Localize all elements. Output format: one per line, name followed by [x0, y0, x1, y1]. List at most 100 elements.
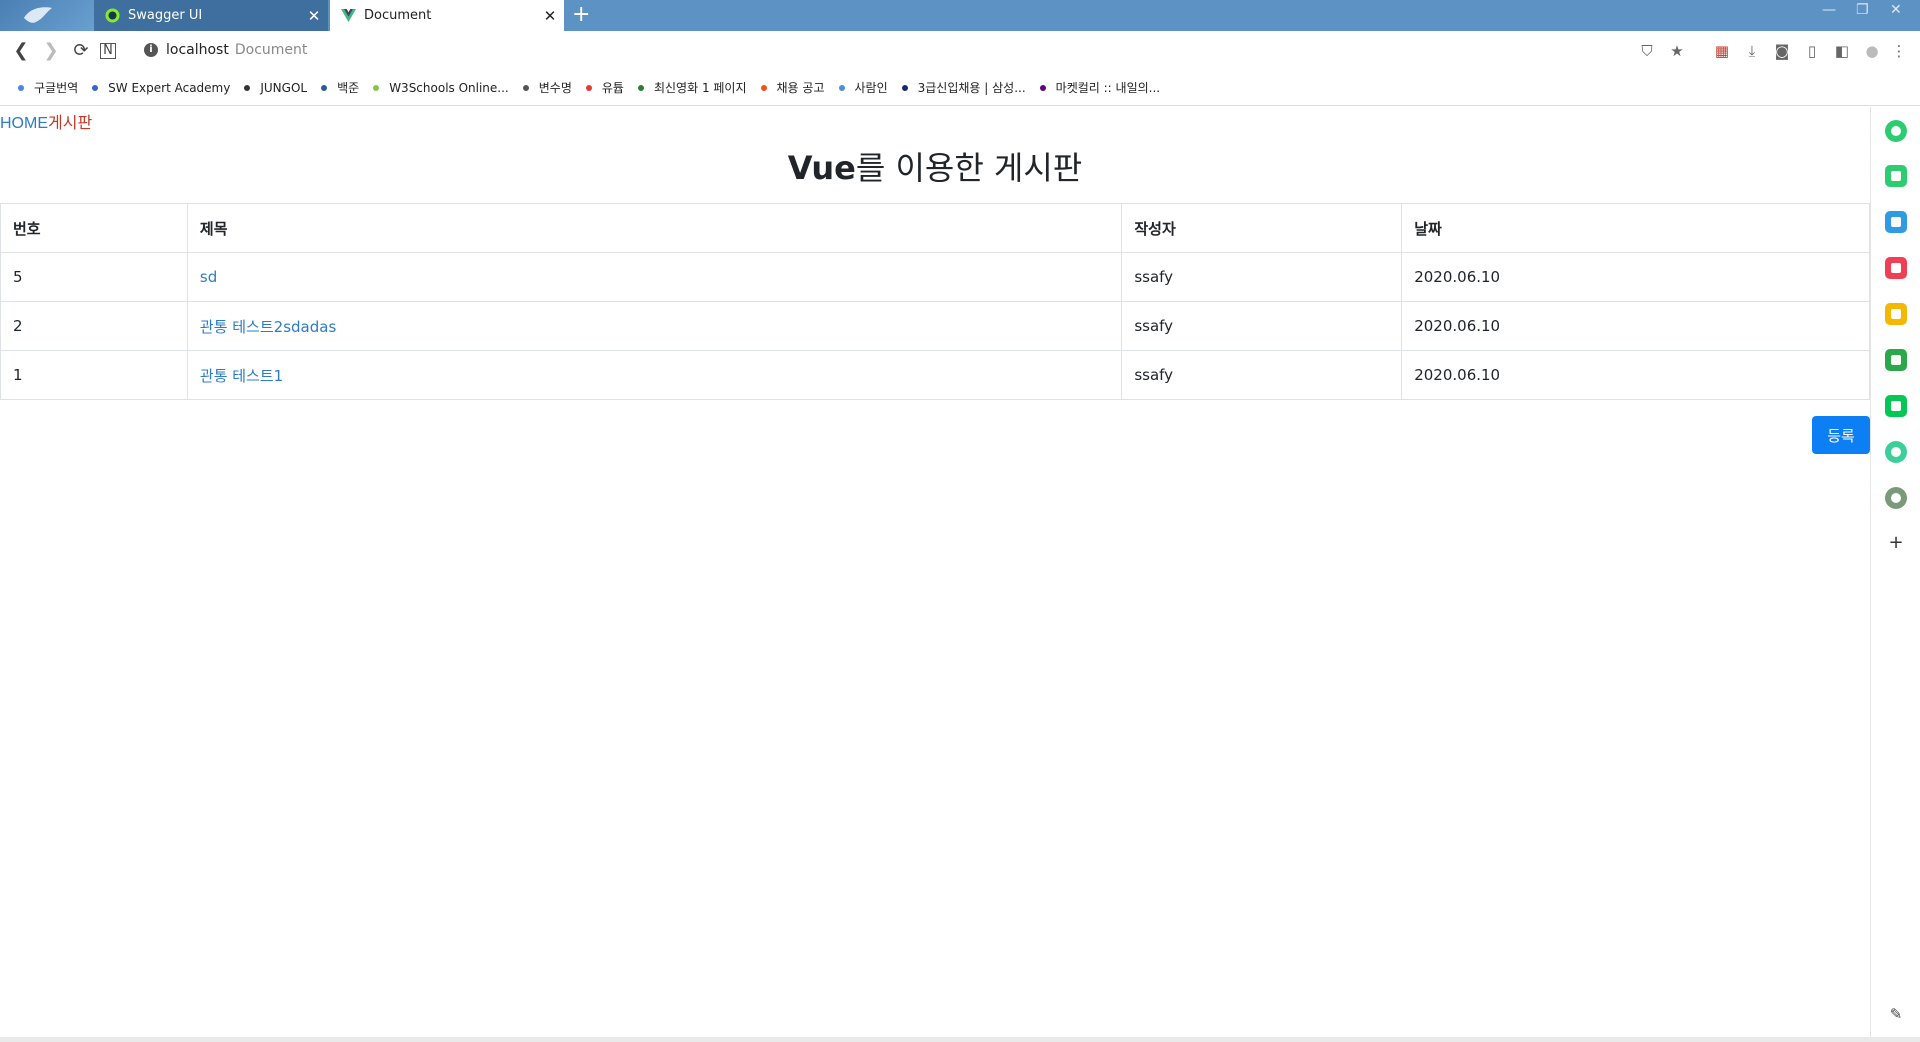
sidebar-toggle-icon[interactable]: ◧	[1833, 42, 1851, 60]
new-tab-button[interactable]: +	[572, 3, 590, 27]
breadcrumb: HOME게시판	[0, 109, 92, 133]
cell-number: 5	[0, 252, 188, 302]
close-window-icon[interactable]: ✕	[1890, 2, 1902, 18]
download-icon[interactable]: ⤓	[1743, 42, 1761, 60]
cell-date: 2020.06.10	[1401, 301, 1870, 351]
post-title-link[interactable]: 관통 테스트2sdadas	[200, 318, 336, 336]
pocket-icon[interactable]	[1885, 257, 1907, 279]
table-row: 5 sd ssafy 2020.06.10	[0, 252, 1870, 302]
tab-strip: Swagger UI ✕ Document ✕ + — ❐ ✕	[0, 0, 1920, 31]
star-icon[interactable]	[1885, 303, 1907, 325]
bookmark-favicon-icon	[637, 84, 644, 91]
post-title-link[interactable]: 관통 테스트1	[200, 367, 283, 385]
whale-green-icon[interactable]	[1885, 120, 1907, 142]
restore-icon[interactable]: ❐	[1856, 2, 1869, 18]
forward-button[interactable]: ❯	[40, 40, 62, 62]
bookmark-item[interactable]: 변수명	[522, 79, 572, 96]
bookmark-label: 구글번역	[34, 81, 79, 95]
bookmark-favicon-icon	[522, 84, 529, 91]
minimize-icon[interactable]: —	[1822, 2, 1836, 18]
bookmark-item[interactable]: 최신영화 1 페이지	[637, 79, 747, 96]
page-title-bold: Vue	[787, 149, 856, 187]
bookmark-label: 마켓컬리 :: 내일의...	[1055, 81, 1161, 95]
bookmark-label: 채용 공고	[776, 81, 825, 95]
pin-icon[interactable]: ✎	[1885, 1005, 1907, 1027]
play-icon[interactable]	[1885, 441, 1907, 463]
bookmark-label: 최신영화 1 페이지	[653, 81, 747, 95]
url-page-title: Document	[234, 42, 308, 58]
calendar-icon[interactable]	[1885, 211, 1907, 233]
cell-title: 관통 테스트1	[186, 350, 1123, 400]
camera-icon[interactable]: ◙	[1773, 42, 1791, 60]
cell-title: sd	[186, 252, 1123, 302]
page-title: Vue를 이용한 게시판	[0, 143, 1870, 189]
close-icon[interactable]: ✕	[300, 7, 328, 25]
bookmark-favicon-icon	[244, 84, 251, 91]
bookmark-label: JUNGOL	[260, 80, 308, 95]
bookmark-label: 백준	[337, 81, 360, 95]
reader-icon[interactable]: ▯	[1803, 42, 1821, 60]
character-icon[interactable]	[1885, 487, 1907, 509]
board-table: 번호 제목 작성자 날짜 5 sd ssafy 2020.06.10 2 관통 …	[0, 203, 1870, 400]
table-row: 2 관통 테스트2sdadas ssafy 2020.06.10	[0, 301, 1870, 351]
bookmark-item[interactable]: 마켓컬리 :: 내일의...	[1039, 79, 1161, 96]
bookmark-item[interactable]: SW Expert Academy	[92, 81, 230, 95]
info-icon[interactable]: i	[144, 43, 158, 57]
nav-home-link[interactable]: HOME	[0, 115, 48, 132]
bookmark-item[interactable]: 백준	[321, 79, 359, 96]
bookmark-label: 유튭	[601, 81, 624, 95]
bookmark-item[interactable]: 채용 공고	[760, 79, 825, 96]
bookmark-label: W3Schools Online...	[389, 80, 509, 95]
bookmark-favicon-icon	[92, 84, 99, 91]
status-bar	[0, 1037, 1920, 1042]
cell-title: 관통 테스트2sdadas	[186, 301, 1123, 351]
address-bar: ❮ ❯ ⟳ N i localhost Document ⛉ ★ ▦ ⤓ ◙ ▯…	[0, 31, 1920, 70]
cell-date: 2020.06.10	[1401, 252, 1870, 302]
add-icon[interactable]: +	[1885, 532, 1907, 554]
close-icon[interactable]: ✕	[536, 7, 564, 25]
menu-icon[interactable]: ⋮	[1890, 42, 1908, 60]
browser-logo[interactable]	[0, 0, 94, 31]
page-title-rest: 를 이용한 게시판	[855, 149, 1083, 187]
bookmark-favicon-icon	[838, 84, 845, 91]
tab-document[interactable]: Document ✕	[330, 0, 564, 31]
browser-sidebar: + ✎	[1870, 107, 1920, 1037]
col-header-author: 작성자	[1121, 203, 1403, 253]
bookmark-favicon-icon	[18, 84, 24, 91]
reload-button[interactable]: ⟳	[70, 40, 92, 62]
bookmark-item[interactable]: 구글번역	[18, 79, 78, 96]
bookmark-star-icon[interactable]: ★	[1668, 42, 1686, 60]
translate-icon[interactable]	[1885, 349, 1907, 371]
url-host: localhost	[166, 42, 229, 58]
col-header-date: 날짜	[1401, 203, 1870, 253]
bookmark-favicon-icon	[373, 84, 380, 91]
bookmark-item[interactable]: 사람인	[838, 79, 888, 96]
notes-icon[interactable]	[1885, 165, 1907, 187]
bookmark-favicon-icon	[1039, 84, 1046, 91]
bookmark-label: 변수명	[538, 81, 572, 95]
bookmark-item[interactable]: JUNGOL	[244, 81, 307, 95]
vue-icon	[341, 8, 356, 23]
cell-author: ssafy	[1121, 252, 1403, 302]
register-button[interactable]: 등록	[1812, 416, 1870, 454]
url-field[interactable]: i localhost Document	[144, 42, 307, 58]
language-flag-icon[interactable]: ▦	[1713, 42, 1731, 60]
tab-swagger[interactable]: Swagger UI ✕	[94, 0, 328, 31]
bookmark-item[interactable]: W3Schools Online...	[373, 81, 509, 95]
page-content: HOME게시판 Vue를 이용한 게시판 번호 제목 작성자 날짜 5 sd s…	[0, 107, 1870, 1037]
cell-author: ssafy	[1121, 301, 1403, 351]
col-header-title: 제목	[186, 203, 1123, 253]
bookmarks-bar: 구글번역 SW Expert Academy JUNGOL 백준 W3Schoo…	[0, 70, 1920, 106]
bookmark-item[interactable]: 3급신입채용 | 삼성...	[901, 79, 1026, 96]
bookmark-item[interactable]: 유튭	[585, 79, 624, 96]
nav-board-link[interactable]: 게시판	[48, 115, 92, 132]
notion-icon[interactable]: N	[100, 43, 116, 59]
tab-title: Document	[364, 8, 432, 23]
back-button[interactable]: ❮	[10, 40, 32, 62]
shield-icon[interactable]: ⛉	[1638, 42, 1656, 60]
line-icon[interactable]	[1885, 395, 1907, 417]
profile-icon[interactable]: ●	[1863, 42, 1881, 60]
post-title-link[interactable]: sd	[200, 268, 217, 286]
cell-author: ssafy	[1121, 350, 1403, 400]
cell-number: 2	[0, 301, 188, 351]
